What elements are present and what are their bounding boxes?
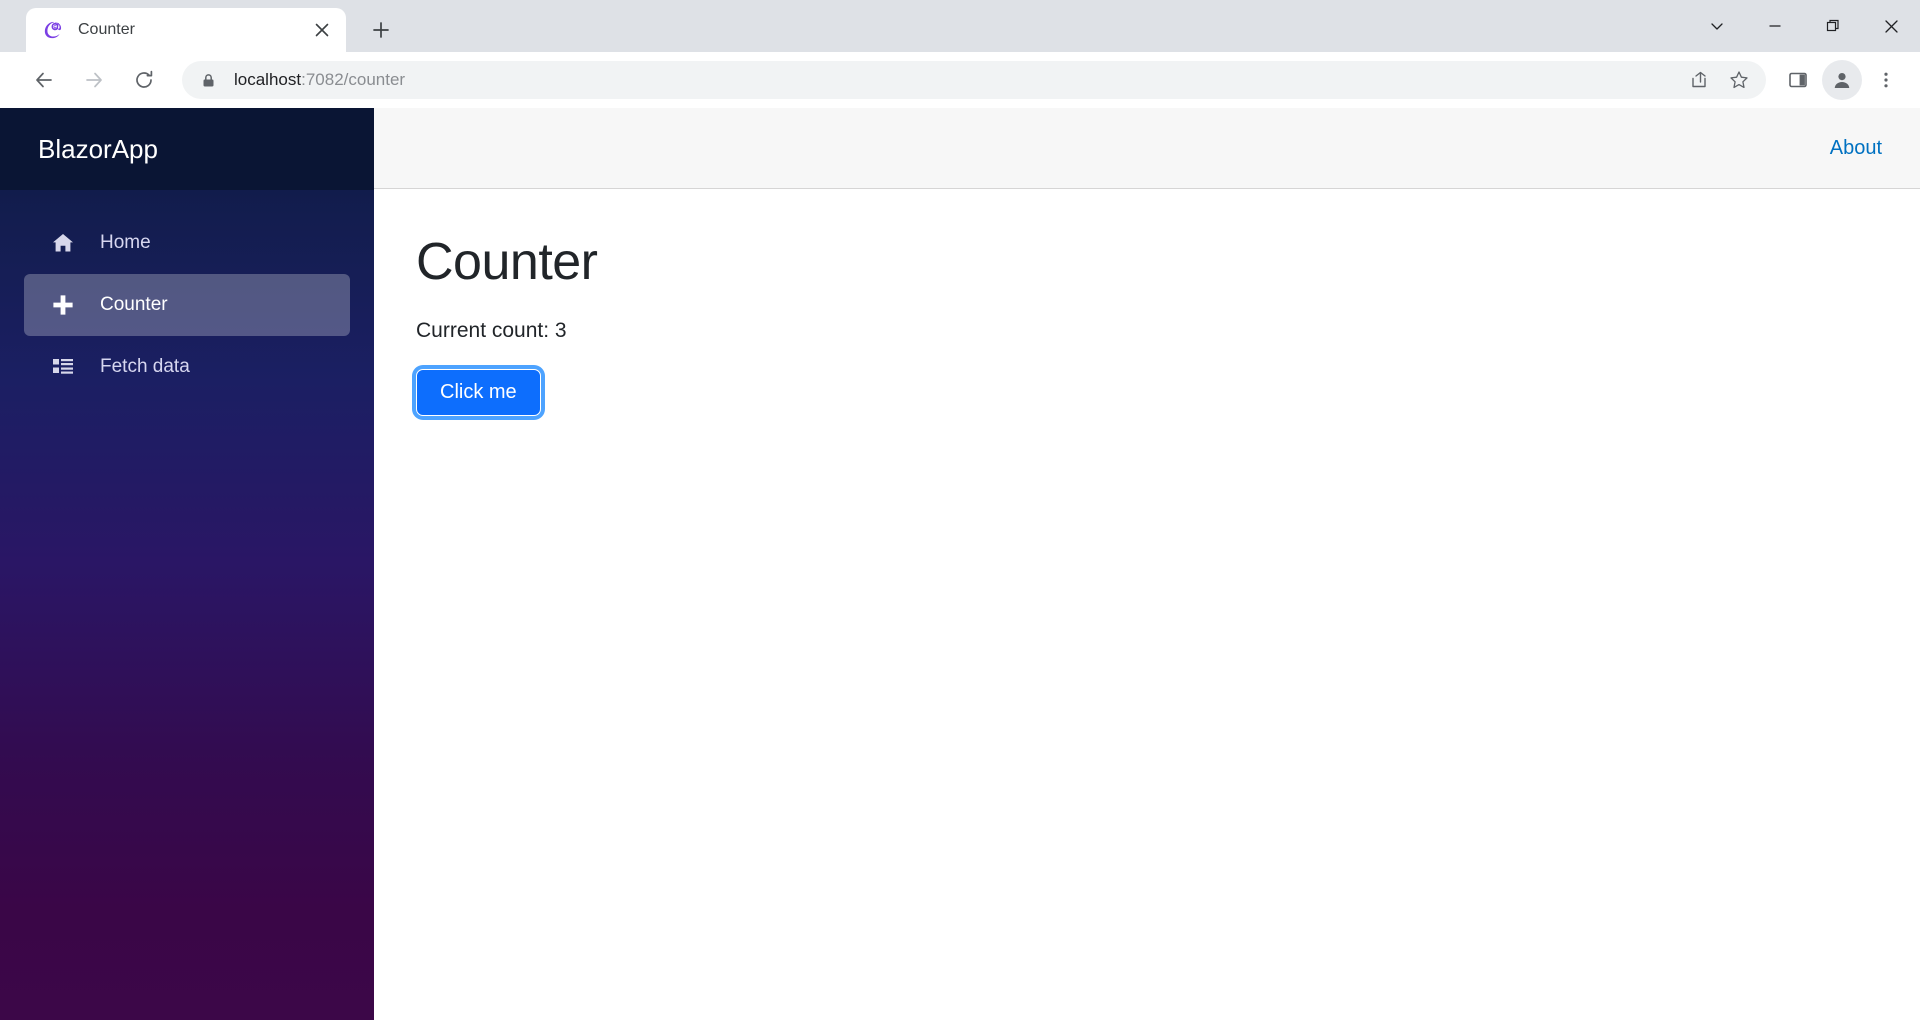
- brand-title: BlazorApp: [38, 133, 158, 164]
- avatar: [1822, 60, 1862, 100]
- lock-icon[interactable]: [198, 70, 218, 90]
- address-bar[interactable]: localhost:7082/counter: [182, 61, 1766, 99]
- click-me-button[interactable]: Click me: [416, 369, 541, 417]
- back-arrow-icon[interactable]: [24, 60, 64, 100]
- browser-tab[interactable]: Counter: [26, 8, 346, 52]
- plus-icon: [48, 290, 78, 320]
- app-topbar: About: [374, 108, 1920, 189]
- restore-icon[interactable]: [1804, 0, 1862, 52]
- window-close-icon[interactable]: [1862, 0, 1920, 52]
- page-viewport: BlazorApp Home Counter Fetch data About …: [0, 108, 1920, 1020]
- sidebar-item-label: Home: [100, 232, 151, 253]
- profile-avatar-icon[interactable]: [1822, 60, 1862, 100]
- window-controls: [1688, 0, 1920, 52]
- main-content: Counter Current count: 3 Click me: [374, 189, 1920, 1020]
- sidebar-nav: Home Counter Fetch data: [0, 190, 374, 398]
- about-link[interactable]: About: [1830, 137, 1882, 160]
- sidebar-item-home[interactable]: Home: [24, 212, 350, 274]
- minimize-icon[interactable]: [1746, 0, 1804, 52]
- list-table-icon: [48, 352, 78, 382]
- three-dot-menu-icon[interactable]: [1866, 60, 1906, 100]
- page-title: Counter: [416, 233, 598, 291]
- browser-toolbar: localhost:7082/counter: [0, 52, 1920, 108]
- tab-strip: Counter: [0, 0, 1920, 52]
- home-icon: [48, 228, 78, 258]
- chevron-down-icon[interactable]: [1688, 0, 1746, 52]
- share-icon[interactable]: [1682, 63, 1716, 97]
- url-host: localhost: [234, 70, 302, 89]
- app-content: About Counter Current count: 3 Click me: [374, 108, 1920, 1020]
- address-bar-url: localhost:7082/counter: [234, 70, 405, 90]
- sidebar-item-label: Counter: [100, 294, 168, 315]
- new-tab-icon[interactable]: [362, 11, 400, 49]
- forward-arrow-icon[interactable]: [74, 60, 114, 100]
- close-tab-icon[interactable]: [308, 16, 336, 44]
- blazor-logo-icon: [42, 19, 64, 41]
- tab-title: Counter: [78, 21, 135, 38]
- url-path: :7082/counter: [301, 70, 406, 89]
- star-icon[interactable]: [1722, 63, 1756, 97]
- sidebar-item-counter[interactable]: Counter: [24, 274, 350, 336]
- sidebar-brand[interactable]: BlazorApp: [0, 108, 374, 190]
- browser-window: Counter localhost:7082/counter BlazorApp…: [0, 0, 1920, 1020]
- app-sidebar: BlazorApp Home Counter Fetch data: [0, 108, 374, 1020]
- reload-icon[interactable]: [124, 60, 164, 100]
- sidebar-item-fetch-data[interactable]: Fetch data: [24, 336, 350, 398]
- current-count-text: Current count: 3: [416, 319, 567, 343]
- toolbar-right-actions: [1778, 60, 1906, 100]
- sidebar-item-label: Fetch data: [100, 356, 190, 377]
- omnibox-actions: [1682, 61, 1756, 99]
- side-panel-icon[interactable]: [1778, 60, 1818, 100]
